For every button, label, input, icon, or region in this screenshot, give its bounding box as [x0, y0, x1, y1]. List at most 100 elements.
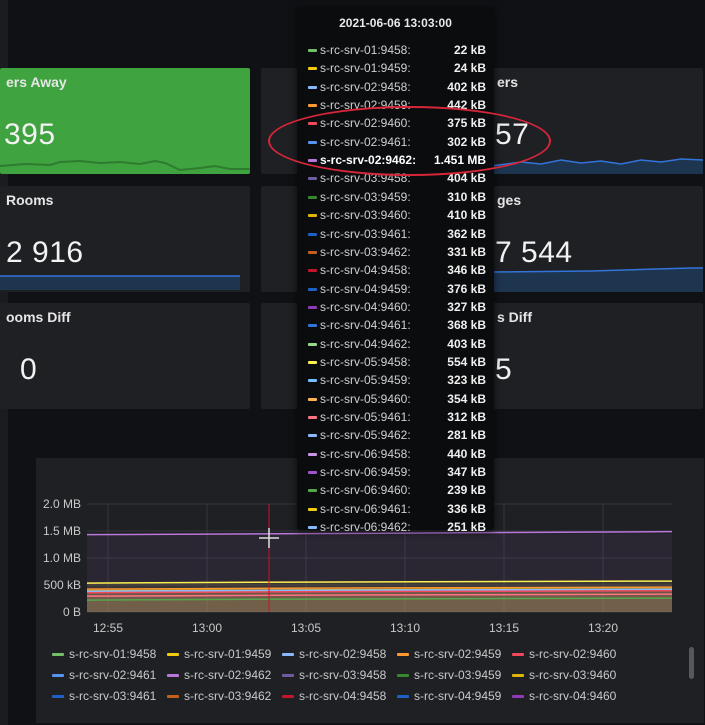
legend-item[interactable]: s-rc-srv-02:9461: [52, 668, 156, 682]
tooltip-series-name: s-rc-srv-04:9460:: [320, 299, 411, 314]
legend-item[interactable]: s-rc-srv-03:9460: [512, 668, 616, 682]
tooltip-series-name: s-rc-srv-04:9461:: [320, 318, 411, 333]
legend-label: s-rc-srv-03:9458: [299, 668, 387, 682]
tooltip-series-name: s-rc-srv-05:9460:: [320, 391, 411, 406]
tooltip-series-value: 331 kB: [447, 244, 486, 259]
legend-label: s-rc-srv-04:9460: [529, 689, 617, 703]
tooltip-series-value: 410 kB: [447, 208, 486, 223]
tooltip-series-name: s-rc-srv-06:9460:: [320, 483, 411, 498]
series-swatch: [308, 49, 317, 52]
legend-label: s-rc-srv-03:9462: [184, 689, 272, 703]
legend-label: s-rc-srv-02:9462: [184, 668, 272, 682]
legend-swatch: [282, 695, 294, 699]
series-swatch: [308, 342, 317, 346]
legend-label: s-rc-srv-02:9459: [414, 647, 502, 661]
legend-swatch: [52, 674, 64, 678]
series-swatch: [308, 452, 317, 456]
series-swatch: [308, 269, 317, 273]
y-tick-label: 2.0 MB: [43, 497, 81, 511]
legend-item[interactable]: s-rc-srv-01:9459: [167, 647, 271, 661]
tooltip-series-value: 312 kB: [447, 410, 486, 424]
tooltip-series-name: s-rc-srv-03:9460:: [320, 208, 411, 223]
tooltip-row: s-rc-srv-05:9459: 323 kB: [297, 371, 494, 389]
legend-item[interactable]: s-rc-srv-02:9459: [397, 647, 501, 661]
tooltip-row: s-rc-srv-05:9458: 554 kB: [297, 353, 494, 371]
tooltip-row: s-rc-srv-06:9459: 347 kB: [297, 463, 494, 481]
tooltip-row: s-rc-srv-06:9458: 440 kB: [297, 445, 494, 463]
x-tick-label: 13:10: [390, 621, 420, 635]
legend-item[interactable]: s-rc-srv-02:9462: [167, 668, 271, 682]
legend-swatch: [397, 674, 409, 678]
legend-item[interactable]: s-rc-srv-04:9459: [397, 689, 501, 703]
legend-swatch: [512, 653, 524, 657]
tooltip-series-value: 347 kB: [447, 465, 486, 480]
tooltip-series-name: s-rc-srv-01:9458:: [320, 43, 411, 57]
tooltip-series-value: 403 kB: [447, 336, 486, 351]
legend-swatch: [397, 653, 409, 657]
tooltip-series-name: s-rc-srv-04:9459:: [320, 281, 411, 296]
tooltip-series-name: s-rc-srv-03:9462:: [320, 244, 411, 259]
tooltip-series-name: s-rc-srv-01:9459:: [320, 61, 411, 76]
legend-item[interactable]: s-rc-srv-03:9462: [167, 689, 271, 703]
tooltip-series-name: s-rc-srv-06:9458:: [320, 446, 411, 461]
tooltip-series-value: 376 kB: [447, 281, 486, 296]
legend-swatch: [282, 653, 294, 657]
legend-label: s-rc-srv-04:9458: [299, 689, 387, 703]
tooltip-series-value: 336 kB: [447, 501, 486, 516]
series-swatch: [308, 489, 317, 493]
series-swatch: [308, 379, 317, 383]
legend-item[interactable]: s-rc-srv-03:9459: [397, 668, 501, 682]
tooltip-row: s-rc-srv-05:9461: 312 kB: [297, 408, 494, 426]
series-area: [87, 599, 672, 612]
x-tick-label: 13:20: [588, 621, 618, 635]
y-tick-label: 1.5 MB: [43, 524, 81, 538]
legend-item[interactable]: s-rc-srv-02:9460: [512, 647, 616, 661]
series-tooltip: 2021-06-06 13:03:00 s-rc-srv-01:9458: 22 …: [297, 7, 494, 534]
tooltip-series-name: s-rc-srv-05:9462:: [320, 428, 411, 443]
series-swatch: [308, 471, 317, 475]
legend-label: s-rc-srv-02:9460: [529, 647, 617, 661]
legend-item[interactable]: s-rc-srv-04:9460: [512, 689, 616, 703]
legend-swatch: [52, 695, 64, 699]
tooltip-row: s-rc-srv-05:9460: 354 kB: [297, 390, 494, 408]
series-swatch: [308, 232, 317, 236]
tooltip-row: s-rc-srv-06:9461: 336 kB: [297, 500, 494, 518]
series-swatch: [308, 85, 317, 89]
tooltip-row: s-rc-srv-04:9461: 368 kB: [297, 316, 494, 334]
tooltip-row: s-rc-srv-04:9462: 403 kB: [297, 335, 494, 353]
legend-label: s-rc-srv-02:9458: [299, 647, 387, 661]
legend-swatch: [167, 695, 179, 699]
legend-swatch: [167, 674, 179, 678]
tooltip-series-value: 368 kB: [447, 318, 486, 333]
tooltip-series-value: 362 kB: [447, 226, 486, 241]
tooltip-row: s-rc-srv-04:9460: 327 kB: [297, 298, 494, 316]
legend-label: s-rc-srv-02:9461: [69, 668, 157, 682]
legend-scrollbar[interactable]: [689, 647, 694, 679]
series-swatch: [308, 305, 317, 309]
x-tick-label: 13:00: [192, 621, 222, 635]
tooltip-series-value: 310 kB: [447, 189, 486, 204]
y-tick-label: 1.0 MB: [43, 551, 81, 565]
series-swatch: [308, 324, 317, 328]
legend-item[interactable]: s-rc-srv-01:9458: [52, 647, 156, 661]
tooltip-series-value: 251 kB: [447, 520, 486, 535]
legend-label: s-rc-srv-03:9460: [529, 668, 617, 682]
series-swatch: [308, 67, 317, 71]
series-swatch: [308, 434, 317, 438]
series-swatch: [308, 416, 317, 419]
legend-swatch: [167, 653, 179, 657]
legend-swatch: [512, 674, 524, 678]
tooltip-row: s-rc-srv-03:9462: 331 kB: [297, 243, 494, 261]
tooltip-series-name: s-rc-srv-06:9462:: [320, 520, 411, 535]
legend-item[interactable]: s-rc-srv-03:9461: [52, 689, 156, 703]
legend-item[interactable]: s-rc-srv-04:9458: [282, 689, 386, 703]
tooltip-row: s-rc-srv-01:9459: 24 kB: [297, 59, 494, 77]
y-tick-label: 0 B: [63, 605, 81, 619]
legend-item[interactable]: s-rc-srv-03:9458: [282, 668, 386, 682]
tooltip-row: s-rc-srv-03:9459: 310 kB: [297, 188, 494, 206]
tooltip-row: s-rc-srv-01:9458: 22 kB: [297, 41, 494, 59]
legend-label: s-rc-srv-01:9459: [184, 647, 272, 661]
tooltip-series-value: 323 kB: [447, 373, 486, 388]
tooltip-series-value: 239 kB: [447, 483, 486, 498]
legend-item[interactable]: s-rc-srv-02:9458: [282, 647, 386, 661]
